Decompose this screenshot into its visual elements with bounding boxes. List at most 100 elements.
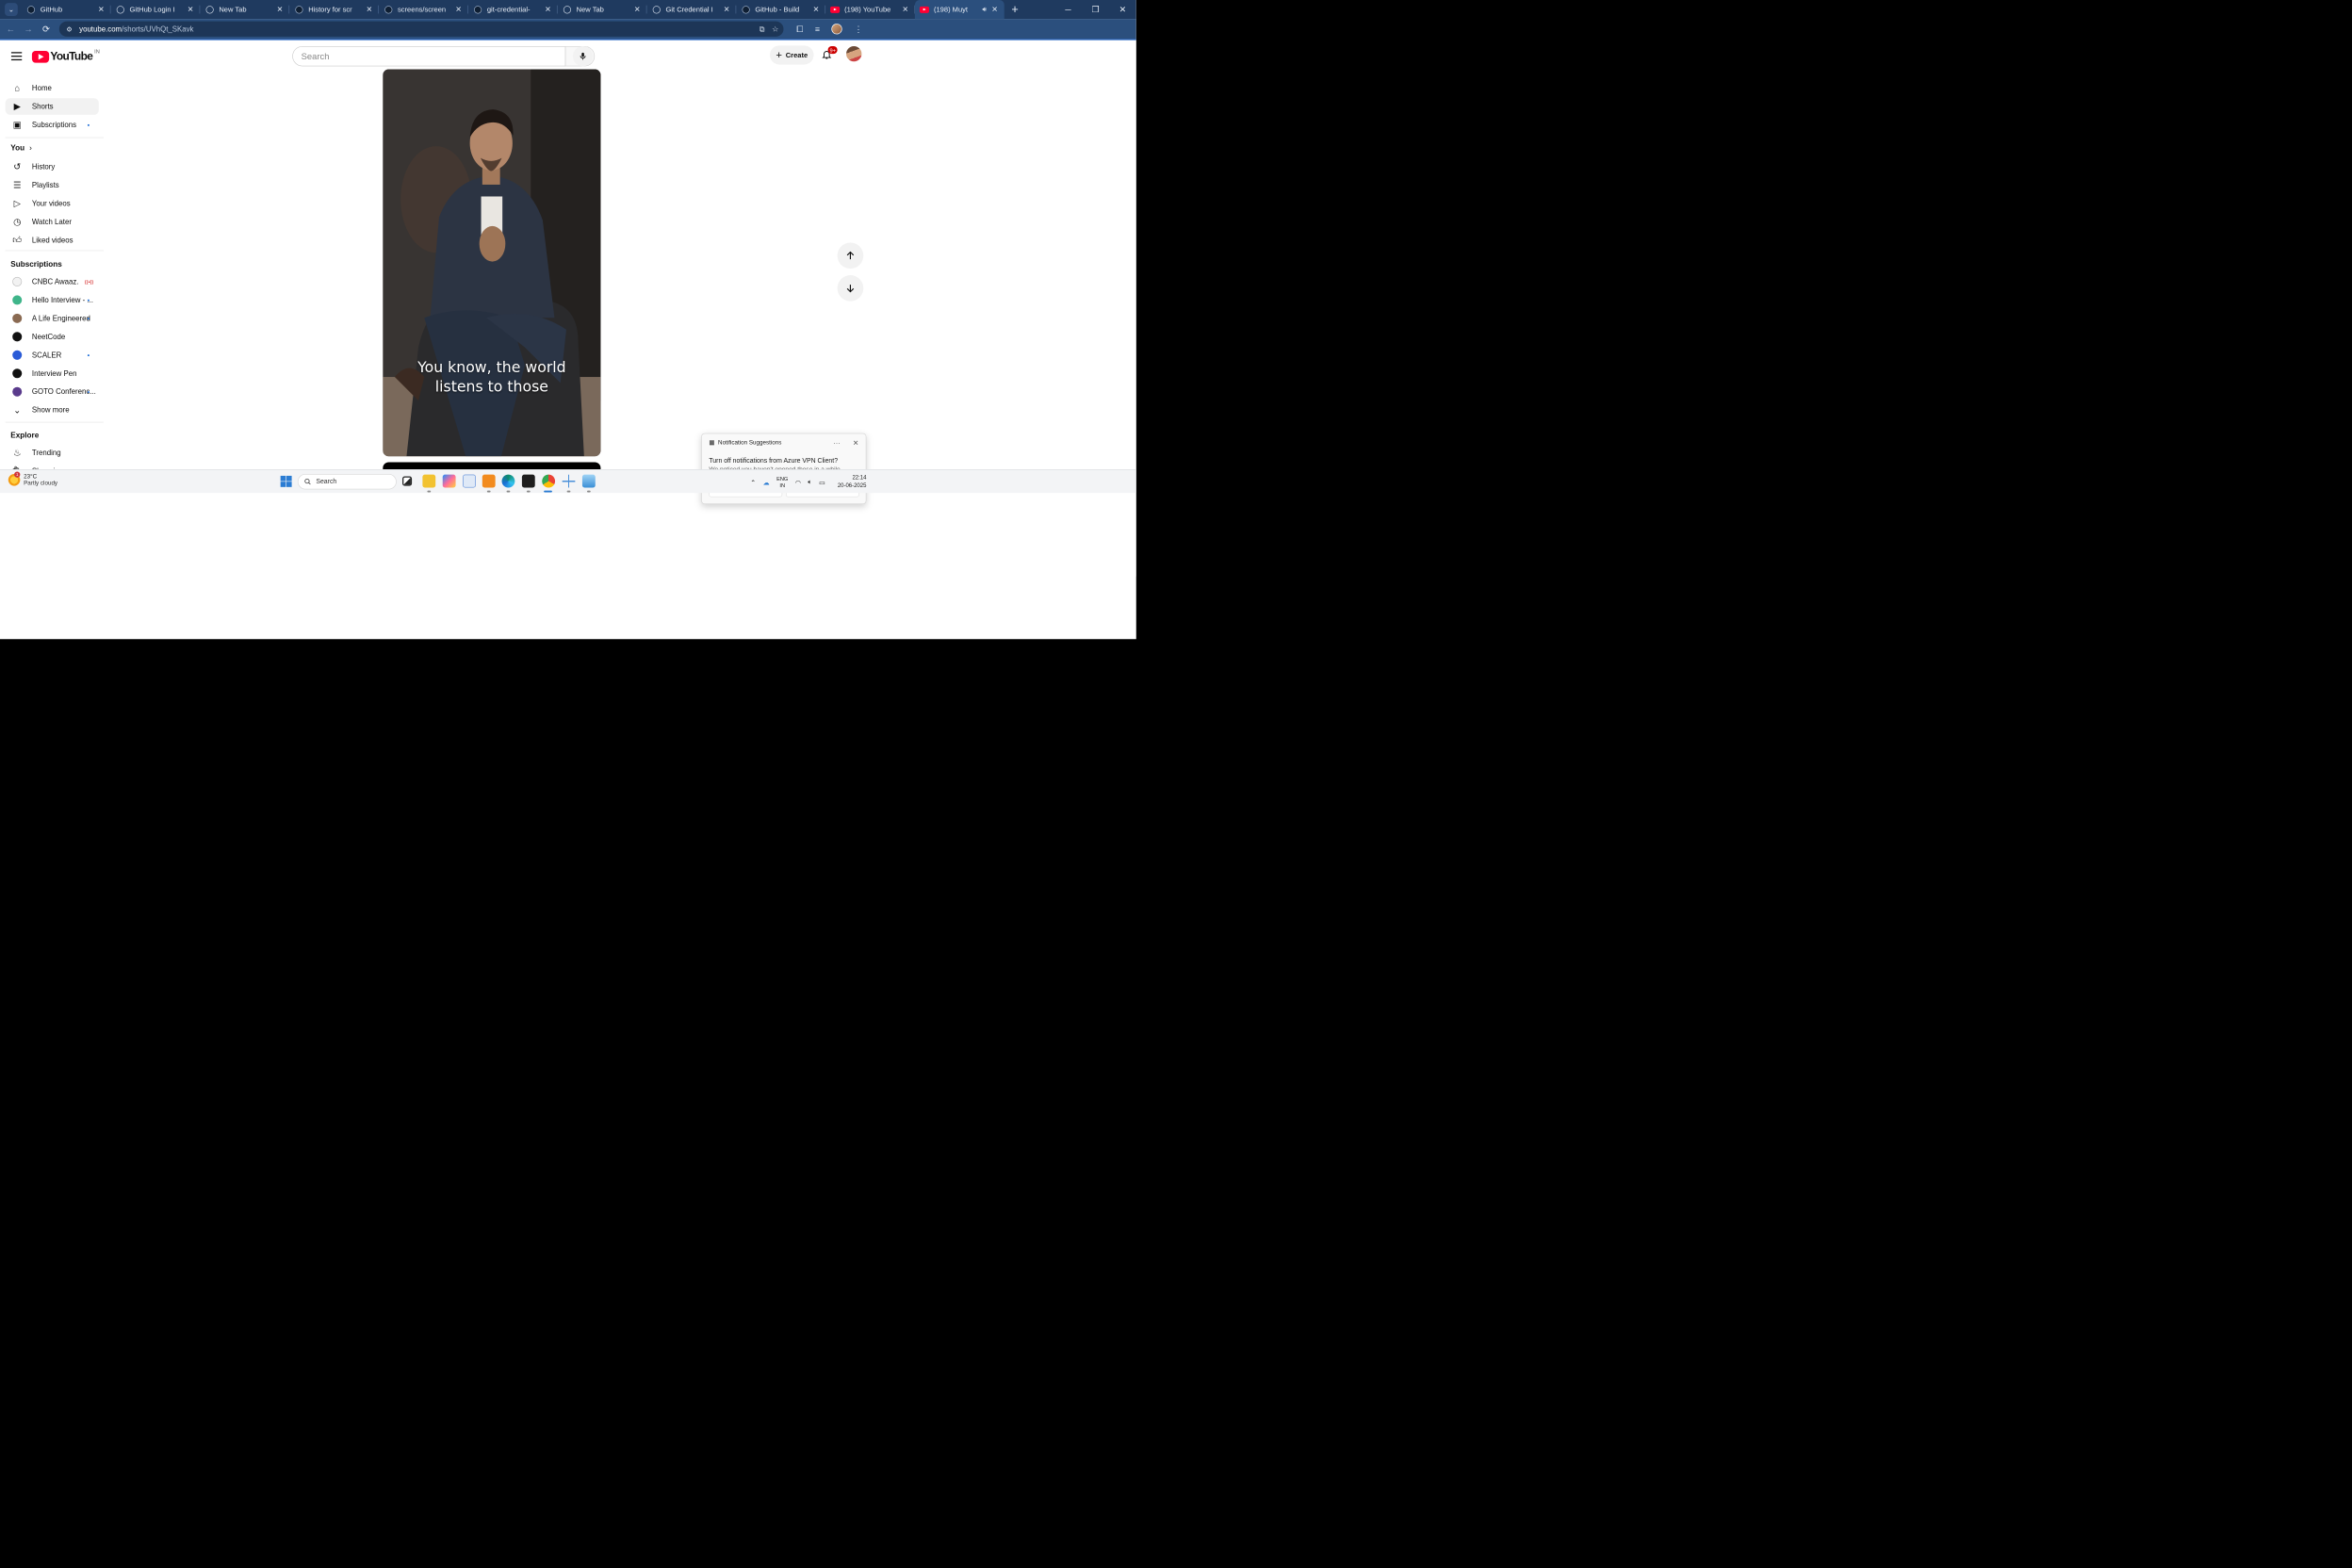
browser-tab[interactable]: History for scr ✕ [289, 0, 379, 19]
close-tab-icon[interactable]: ✕ [901, 5, 910, 14]
sidebar-item-playlists[interactable]: ☰ Playlists [6, 177, 99, 194]
previous-short-button[interactable] [837, 242, 864, 270]
sidebar-item-interview-pen[interactable]: Interview Pen [6, 365, 99, 382]
sidebar-divider [5, 421, 104, 423]
window-app-icon[interactable] [463, 474, 476, 488]
sidebar-item-home[interactable]: ⌂ Home [6, 80, 99, 97]
orange-app-icon[interactable] [482, 474, 496, 488]
sidebar-item-goto-conferenc[interactable]: GOTO Conferenc... [6, 384, 99, 400]
media-controls-icon[interactable]: ≡ [815, 24, 820, 34]
file-explorer-icon[interactable] [422, 474, 436, 488]
browser-tab[interactable]: New Tab ✕ [200, 0, 290, 19]
close-tab-icon[interactable]: ✕ [275, 5, 285, 14]
sidebar-item-subscriptions[interactable]: ▣ Subscriptions [6, 117, 99, 134]
sidebar-item-a-life-engineered[interactable]: A Life Engineered [6, 310, 99, 327]
more-options-icon[interactable]: ··· [833, 438, 841, 447]
voice-search-button[interactable] [572, 45, 594, 67]
reload-button[interactable]: ⟳ [39, 22, 53, 36]
install-app-icon[interactable]: ⧉ [760, 24, 765, 34]
chrome-browser-icon[interactable] [542, 474, 556, 488]
close-tab-icon[interactable]: ✕ [990, 5, 1000, 14]
close-tab-icon[interactable]: ✕ [186, 5, 195, 14]
account-avatar[interactable] [846, 45, 862, 62]
logo-text: YouTube [50, 50, 93, 63]
close-tab-icon[interactable]: ✕ [544, 5, 553, 14]
sidebar-item-scaler[interactable]: SCALER [6, 347, 99, 364]
taskbar-search[interactable]: Search [297, 474, 397, 490]
copilot-icon[interactable] [442, 474, 456, 488]
speaker-icon[interactable]: 🔊︎ [983, 6, 987, 13]
back-button[interactable]: ← [4, 22, 18, 36]
tab-search-button[interactable]: ⌄ [5, 3, 18, 16]
close-tab-icon[interactable]: ✕ [365, 5, 374, 14]
sidebar-item-your-videos[interactable]: ▷ Your videos [6, 195, 99, 212]
remote-desktop-icon[interactable] [581, 474, 596, 488]
new-tab-button[interactable]: + [1006, 1, 1023, 18]
close-tab-icon[interactable]: ✕ [454, 5, 464, 14]
close-tab-icon[interactable]: ✕ [632, 5, 642, 14]
bookmark-star-icon[interactable]: ☆ [772, 24, 778, 34]
tab-title: (198) Muyt [933, 5, 969, 14]
sidebar-item-watch-later[interactable]: ◷ Watch Later [6, 214, 99, 231]
sidebar-item-neetcode[interactable]: NeetCode [6, 329, 99, 346]
sidebar-item-liked-videos[interactable]: 👍︎ Liked videos [6, 232, 99, 249]
wifi-icon[interactable]: ◠ [795, 479, 801, 486]
create-button[interactable]: + Create [770, 45, 814, 65]
close-tab-icon[interactable]: ✕ [722, 5, 731, 14]
sidebar-item-hello-interview[interactable]: Hello Interview - ... [6, 292, 99, 309]
browser-tab[interactable]: New Tab ✕ [558, 0, 647, 19]
close-tab-icon[interactable]: ✕ [811, 5, 821, 14]
onedrive-icon[interactable]: ☁ [763, 479, 770, 486]
sidebar-item-label: Home [31, 84, 52, 92]
start-button[interactable] [280, 475, 292, 487]
extensions-icon[interactable]: ⧠ [796, 24, 803, 34]
shorts-video-player[interactable]: You know, the world listens to those [383, 69, 601, 457]
edge-browser-icon[interactable] [501, 474, 515, 488]
restore-button[interactable]: ❐ [1082, 0, 1109, 19]
new-content-dot [87, 317, 90, 319]
running-indicator [586, 490, 591, 493]
minimize-button[interactable]: ─ [1054, 0, 1082, 19]
guide-menu-icon[interactable] [9, 50, 24, 64]
volume-icon[interactable]: 🔈︎ [808, 479, 811, 486]
sidebar-item-cnbc-awaaz[interactable]: CNBC Awaaz. ((•)) [6, 273, 99, 290]
browser-tab[interactable]: git-credential- ✕ [468, 0, 558, 19]
weather-widget[interactable]: 1 23°C Partly cloudy [8, 471, 57, 486]
sidebar-item-show-more[interactable]: ⌄ Show more [6, 401, 99, 418]
browser-tab[interactable]: GitHub - Build ✕ [736, 0, 826, 19]
sidebar-item-shorts[interactable]: ▶ Shorts [5, 98, 99, 115]
tab-title: GitHub - Build [755, 5, 800, 14]
you-section-heading[interactable]: You › [10, 143, 32, 152]
browser-tab[interactable]: Git Credential I ✕ [646, 0, 737, 19]
task-view-icon[interactable] [402, 476, 413, 486]
sidebar-item-history[interactable]: ↺ History [6, 158, 99, 175]
address-bar[interactable]: ⚙ youtube.com/shorts/UVhQt_SKavk ⧉ ☆ [58, 21, 784, 37]
language-indicator[interactable]: ENG IN [776, 476, 788, 489]
terminal-icon[interactable] [521, 474, 535, 488]
url-text[interactable]: youtube.com/shorts/UVhQt_SKavk [79, 24, 193, 33]
snipping-tool-icon[interactable] [562, 474, 576, 488]
clock[interactable]: 22:14 20-06-2025 [836, 474, 867, 489]
battery-icon[interactable]: ▭ [819, 479, 825, 486]
sidebar-item-trending[interactable]: ♨ Trending [6, 445, 99, 462]
browser-tab[interactable]: (198) YouTube ✕ [825, 0, 915, 19]
browser-menu-icon[interactable]: ⋮ [854, 24, 862, 34]
browser-tab[interactable]: GitHub Login I ✕ [110, 0, 201, 19]
browser-tab[interactable]: screens/screen ✕ [379, 0, 468, 19]
search-input[interactable]: Search [292, 45, 566, 67]
close-tab-icon[interactable]: ✕ [96, 5, 106, 14]
browser-tab[interactable]: (198) Muyt 🔊︎ ✕ [914, 0, 1004, 20]
arrow-down-icon [846, 285, 855, 293]
forward-button[interactable]: → [22, 22, 36, 36]
close-window-button[interactable]: ✕ [1109, 0, 1136, 19]
youtube-logo[interactable]: YouTube IN [31, 48, 100, 63]
browser-tab[interactable]: GitHub ✕ [22, 0, 111, 19]
chevron-up-icon[interactable]: ⌃ [750, 479, 756, 486]
home-icon: ⌂ [14, 83, 21, 93]
taskbar-search-placeholder: Search [316, 478, 337, 485]
site-info-icon[interactable]: ⚙ [64, 24, 74, 34]
guide-sidebar: ⌂ Home ▶ Shorts ▣ Subscriptions You › ↺ History ☰ P… [0, 74, 106, 577]
profile-avatar[interactable] [831, 24, 842, 35]
close-icon[interactable]: ✕ [853, 438, 858, 447]
next-short-button[interactable] [837, 275, 864, 302]
